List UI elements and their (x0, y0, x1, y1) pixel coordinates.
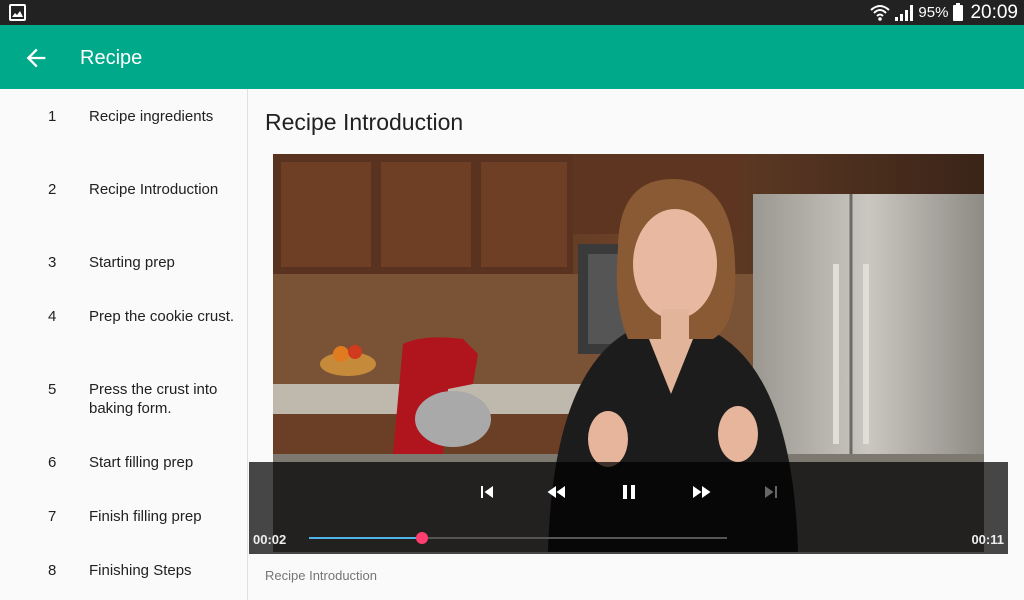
status-icons: 95% 20:09 (870, 0, 1018, 25)
pause-button[interactable] (617, 480, 641, 504)
step-label: Finish filling prep (89, 508, 202, 525)
skip-previous-button[interactable] (475, 480, 499, 504)
seek-progress (309, 537, 422, 539)
step-number: 4 (48, 308, 57, 325)
wifi-icon (870, 4, 891, 21)
rewind-button[interactable] (545, 480, 569, 504)
page-title: Recipe Introduction (265, 109, 464, 135)
skip-next-icon (765, 486, 777, 498)
status-bar: 95% 20:09 (0, 0, 1024, 25)
arrow-back-icon (26, 48, 46, 68)
fast-forward-button[interactable] (689, 480, 713, 504)
step-number: 2 (48, 181, 57, 198)
step-number: 1 (48, 108, 57, 125)
seek-thumb[interactable] (415, 532, 428, 544)
step-number: 8 (48, 562, 57, 579)
step-number: 6 (48, 454, 57, 471)
back-button[interactable] (22, 44, 50, 72)
step-label: Starting prep (89, 254, 175, 271)
step-label: Finishing Steps (89, 562, 192, 579)
app-title: Recipe (80, 47, 143, 69)
skip-previous-icon (481, 486, 493, 498)
rewind-icon (547, 486, 565, 498)
signal-icon (895, 4, 914, 21)
step-label: Recipe ingredients (89, 108, 214, 125)
current-time: 00:02 (253, 532, 287, 547)
fast-forward-icon (693, 486, 711, 498)
pause-icon (623, 485, 635, 499)
gallery-icon (9, 4, 26, 21)
seek-bar[interactable] (309, 532, 727, 544)
clock: 20:09 (970, 1, 1018, 23)
step-number: 3 (48, 254, 57, 271)
duration-time: 00:11 (971, 532, 1004, 547)
step-label: Start filling prep (89, 454, 194, 471)
skip-next-button[interactable] (759, 480, 783, 504)
battery-level: 95% (918, 4, 949, 21)
video-controls: 00:02 00:11 (249, 462, 1008, 554)
step-label: Press the crust into baking form. (89, 381, 218, 417)
video-caption: Recipe Introduction (265, 568, 378, 583)
step-label: Recipe Introduction (89, 181, 219, 198)
app-bar: Recipe (0, 25, 1024, 89)
step-number: 7 (48, 508, 57, 525)
step-number: 5 (48, 381, 57, 398)
steps-list: 1 Recipe ingredients 2 Recipe Introducti… (0, 89, 248, 600)
battery-icon (953, 2, 964, 21)
step-label: Prep the cookie crust. (89, 308, 235, 325)
